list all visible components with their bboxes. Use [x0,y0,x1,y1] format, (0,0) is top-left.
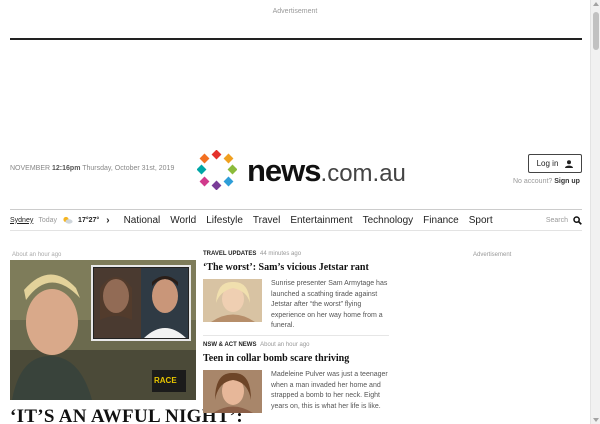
nav-national[interactable]: National [124,215,161,226]
feature-image-badge: RACE [154,376,177,385]
search-button[interactable]: Search [545,215,582,225]
top-advertisement-label: Advertisement [272,8,318,15]
scrollbar-thumb[interactable] [593,12,599,50]
story-title[interactable]: ‘The worst’: Sam’s vicious Jetstar rant [203,262,393,273]
main-navigation: Sydney Today 17°27° › National World Lif… [10,209,582,231]
page-scrollbar[interactable] [590,0,600,424]
nav-world[interactable]: World [170,215,196,226]
search-label: Search [545,216,568,224]
story-kicker: NSW & ACT News About an hour ago [203,342,393,348]
nav-sport[interactable]: Sport [469,215,493,226]
story-section[interactable]: Travel Updates [203,251,256,257]
weather-temperature: 17°27° [78,216,100,224]
story-thumbnail[interactable] [203,370,262,413]
logo-dots-icon [197,150,237,190]
story-divider [203,335,389,336]
story-timestamp: 44 minutes ago [260,251,302,257]
nav-lifestyle[interactable]: Lifestyle [206,215,243,226]
weather-city[interactable]: Sydney [10,217,33,224]
logo-domain-text: .com.au [320,159,406,187]
dateline: November 12:16pm Thursday, October 31st,… [10,165,174,172]
story-section[interactable]: NSW & ACT News [203,342,256,348]
story-kicker: Travel Updates 44 minutes ago [203,251,393,257]
current-date: Thursday, October 31st, 2019 [82,165,175,172]
story-photo [203,279,262,322]
logo-brand-text: news [247,152,322,188]
story-card[interactable]: Travel Updates 44 minutes ago ‘The worst… [203,251,393,332]
signup-link[interactable]: Sign up [554,178,580,185]
nav-links: National World Lifestyle Travel Entertai… [124,215,493,226]
story-card[interactable]: NSW & ACT News About an hour ago Teen in… [203,342,393,413]
sidebar-advertisement-label: Advertisement [473,252,512,258]
story-timestamp: About an hour ago [260,342,310,348]
partly-sunny-icon [63,216,73,224]
feature-headline[interactable]: ‘IT’S AN AWFUL NIGHT’: [10,406,243,424]
header-divider [10,38,582,40]
chevron-right-icon[interactable]: › [106,215,109,226]
no-account-prompt: No account? Sign up [513,178,580,185]
story-title[interactable]: Teen in collar bomb scare thriving [203,353,393,364]
feature-story[interactable]: About an hour ago RACE ‘IT’S AN AWFUL NI… [10,252,243,424]
story-photo [203,370,262,413]
scroll-down-arrow-icon[interactable] [593,418,599,422]
current-time: 12:16pm [52,165,81,172]
story-blurb: Madeleine Pulver was just a teenager whe… [271,371,388,410]
logo-wordmark: news.com.au [247,155,406,186]
story-blurb: Sunrise presenter Sam Armytage has launc… [271,280,388,329]
login-label: Log in [536,159,559,168]
search-icon [573,215,582,225]
weather-day: Today [38,216,58,224]
site-logo[interactable]: news.com.au [197,150,406,190]
scroll-up-arrow-icon[interactable] [593,2,599,6]
timezone-label: November [10,165,51,172]
feature-image[interactable]: RACE [10,260,196,400]
nav-entertainment[interactable]: Entertainment [290,215,352,226]
nav-travel[interactable]: Travel [253,215,280,226]
feature-timestamp: About an hour ago [12,252,62,258]
no-account-text: No account? [513,178,553,185]
nav-finance[interactable]: Finance [423,215,459,226]
nav-technology[interactable]: Technology [363,215,414,226]
login-button[interactable]: Log in [528,154,582,173]
user-icon [565,159,574,168]
weather-widget[interactable]: Sydney Today 17°27° › [10,215,110,226]
story-thumbnail[interactable] [203,279,262,322]
